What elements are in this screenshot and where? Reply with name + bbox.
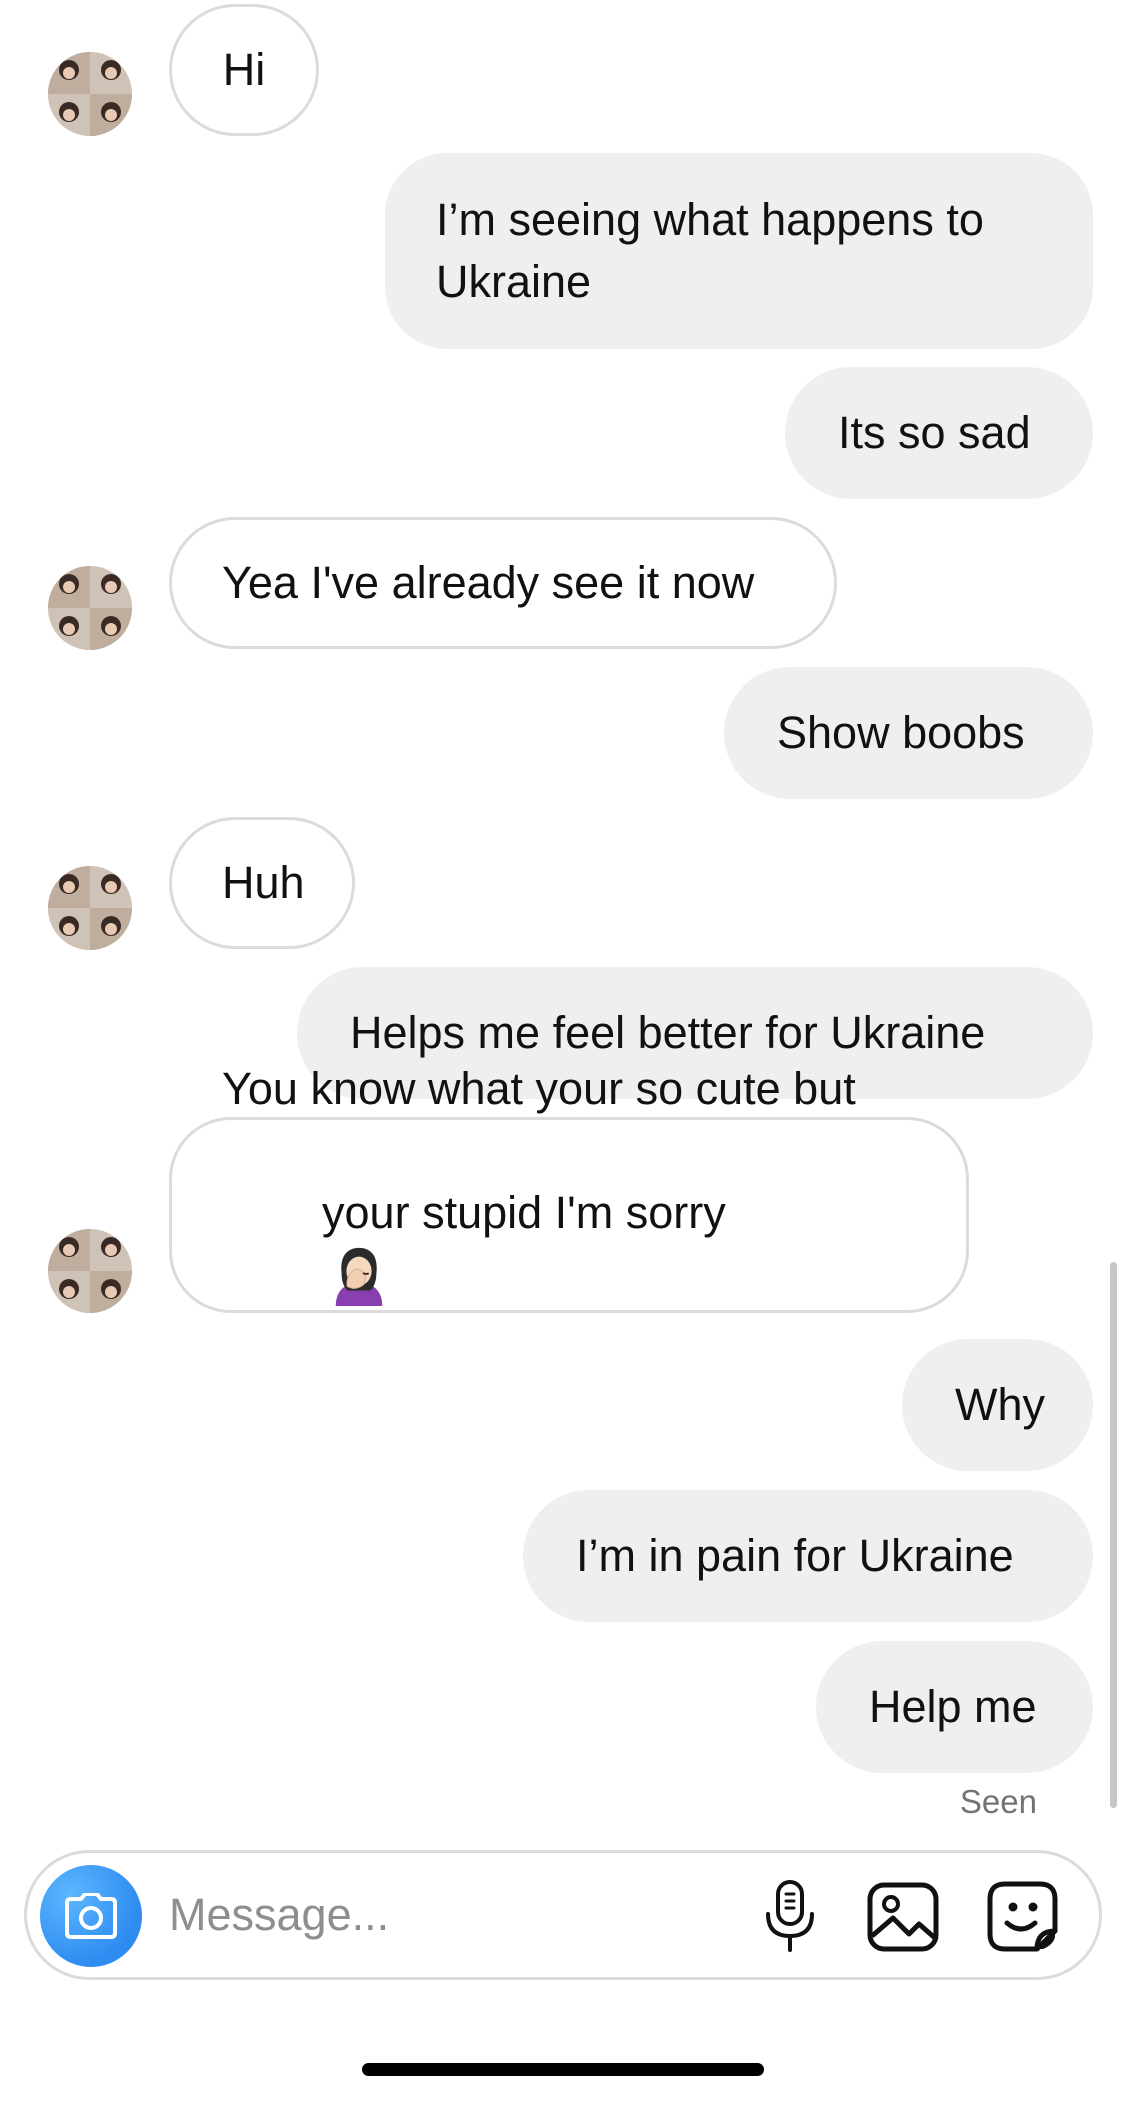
avatar-photo-icon [48,566,132,650]
dm-screen: Hi I’m seeing what happens to Ukraine It… [0,0,1125,2103]
outgoing-message[interactable]: Its so sad [785,367,1093,499]
outgoing-message[interactable]: I’m in pain for Ukraine [523,1490,1093,1622]
avatar-photo-icon [48,52,132,136]
microphone-icon [766,1880,814,1952]
message-text: Huh [222,857,305,908]
message-input[interactable] [169,1880,729,1950]
avatar[interactable] [48,1229,132,1313]
sticker-icon [987,1881,1058,1952]
woman-facepalming-emoji [335,1247,383,1306]
incoming-message[interactable]: Hi [169,4,319,136]
message-thread[interactable]: Hi I’m seeing what happens to Ukraine It… [0,0,1125,1820]
camera-button[interactable] [40,1865,142,1967]
sticker-button[interactable] [985,1879,1061,1955]
incoming-message[interactable]: You know what your so cute but your stup… [169,1063,969,1313]
message-text: Why [955,1379,1045,1430]
message-text-line-1: You know what your so cute but [222,1063,856,1115]
outgoing-message[interactable]: I’m seeing what happens to Ukraine [385,153,1093,349]
seen-status: Seen [959,1783,1037,1820]
avatar[interactable] [48,866,132,950]
message-text: Help me [869,1681,1037,1732]
message-composer [24,1850,1102,1980]
home-indicator[interactable] [362,2063,764,2076]
message-text: Its so sad [838,407,1031,458]
avatar-photo-icon [48,866,132,950]
message-text: Helps me feel better for Ukraine [350,1007,986,1058]
avatar-photo-icon [48,1229,132,1313]
microphone-button[interactable] [752,1879,828,1955]
gallery-button[interactable] [865,1879,941,1955]
message-text: Hi [222,44,266,95]
outgoing-message[interactable]: Help me [816,1641,1093,1773]
message-text-line-2: your stupid I'm sorry [322,1187,726,1239]
incoming-message[interactable]: Huh [169,817,355,949]
outgoing-message[interactable]: Show boobs [724,667,1093,799]
image-icon [867,1882,939,1952]
scrollbar[interactable] [1110,1262,1117,1808]
message-text: I’m in pain for Ukraine [576,1530,1014,1581]
avatar[interactable] [48,52,132,136]
message-text: Show boobs [777,707,1025,758]
incoming-message[interactable]: Yea I've already see it now [169,517,837,649]
outgoing-message[interactable]: Why [902,1339,1093,1471]
message-text: Yea I've already see it now [222,557,755,608]
avatar[interactable] [48,566,132,650]
message-text: I’m seeing what happens to Ukraine [436,194,984,307]
camera-icon [65,1893,117,1939]
